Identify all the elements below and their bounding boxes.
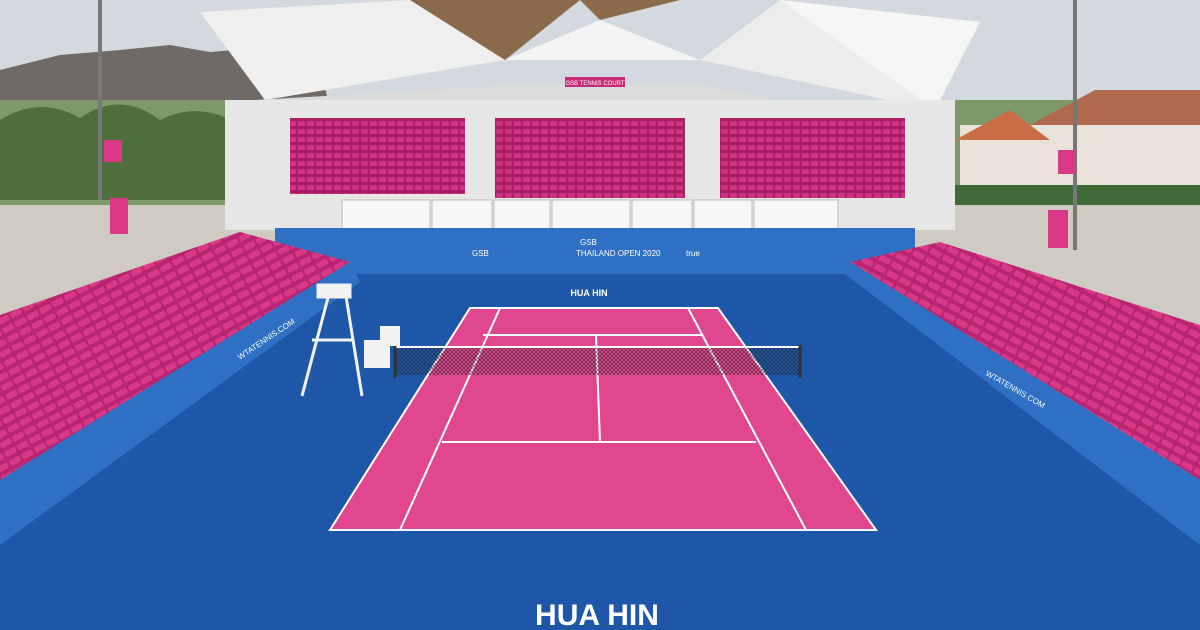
svg-text:GSB: GSB [580,238,597,247]
stand-sign: GSB TENNIS COURT [565,81,624,87]
back-seats-right [720,118,905,198]
pink-banner-right [1058,150,1076,174]
pink-banner-right-2 [1048,210,1068,248]
court-text-far: HUA HIN [570,288,607,298]
svg-text:THAILAND OPEN 2020: THAILAND OPEN 2020 [576,249,661,258]
pink-banner-left [104,140,122,162]
svg-text:GSB: GSB [472,249,489,258]
light-pole-left [98,0,102,200]
stand-wall-panels [341,199,839,231]
court-text-near: HUA HIN [535,599,659,630]
tennis-stadium-photo: GSB TENNIS COURT GSB GSB THAILAND OPEN 2… [0,0,1200,630]
back-seats-left [290,118,465,194]
light-pole-right [1073,0,1077,250]
pink-banner-left-2 [110,198,128,234]
back-seats-center [495,118,685,198]
svg-text:true: true [686,249,700,258]
tennis-net [393,345,802,378]
